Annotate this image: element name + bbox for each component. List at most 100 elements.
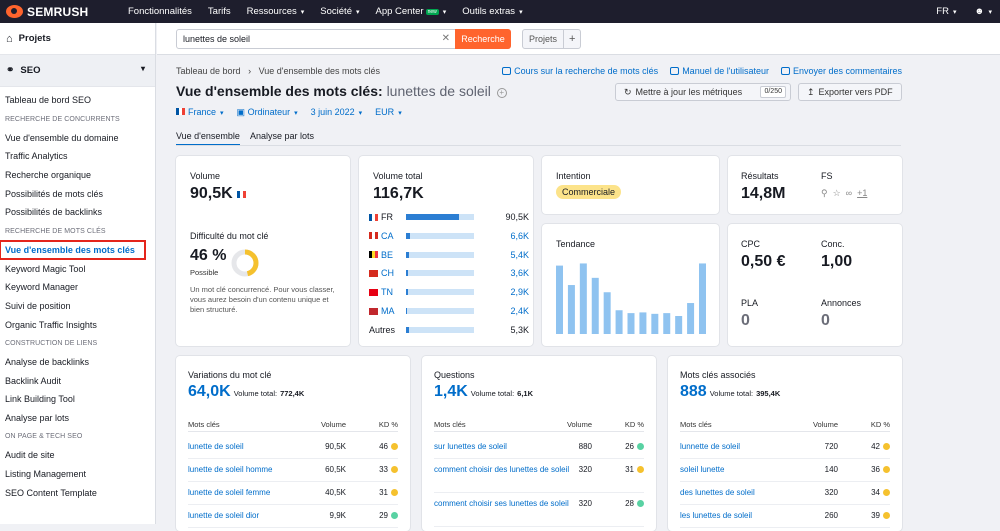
keyword-link[interactable]: comment choisir des lunettes de soleil xyxy=(434,465,584,475)
search-button[interactable]: Recherche xyxy=(455,29,511,49)
top-navigation: SEMRUSH Fonctionnalités Tarifs Ressources ▾… xyxy=(0,0,1000,23)
close-icon[interactable]: ✕ xyxy=(442,30,450,48)
keyword-link[interactable]: des lunettes de soleil xyxy=(680,488,830,498)
sidebar-item[interactable]: Analyse de backlinks xyxy=(0,353,155,372)
tab-batch[interactable]: Analyse par lots xyxy=(250,131,314,146)
flag-icon xyxy=(369,251,378,259)
sidebar-item[interactable]: Link Building Tool xyxy=(0,390,155,409)
keyword-link[interactable]: lunette de soleil femme xyxy=(188,488,338,498)
chevron-down-icon: ▾ xyxy=(442,8,447,16)
export-pdf-button[interactable]: ↥ Exporter vers PDF xyxy=(798,83,902,101)
sidebar-item[interactable]: Vue d'ensemble des mots clés xyxy=(0,239,146,261)
sidebar-item[interactable]: Possibilités de backlinks xyxy=(0,203,155,222)
table-row: lunette de soleil dior 9,9K 29 xyxy=(188,505,398,528)
sidebar-item[interactable]: Tableau de bord SEO xyxy=(0,91,155,110)
currency-select[interactable]: EUR ▾ xyxy=(375,107,402,118)
message-icon xyxy=(780,67,790,75)
chevron-down-icon: ▾ xyxy=(355,8,360,16)
course-link[interactable]: Cours sur la recherche de mots clés xyxy=(502,66,658,76)
nav-item[interactable]: App Center new ▾ xyxy=(376,6,447,17)
trend-bar xyxy=(567,285,575,334)
sidebar-item[interactable]: Possibilités de mots clés xyxy=(0,184,155,203)
kd-dot-icon xyxy=(883,512,890,519)
volume-bar xyxy=(406,251,474,258)
sidebar-section-heading: CONSTRUCTION DE LIENS xyxy=(5,339,98,347)
kd-dot-icon xyxy=(637,466,644,473)
semrush-logo[interactable]: SEMRUSH xyxy=(0,5,128,19)
country-row: BE 5,4K xyxy=(369,249,529,261)
sidebar-item[interactable]: Audit de site xyxy=(0,446,155,465)
card-value[interactable]: 888 xyxy=(680,383,707,400)
fs-more[interactable]: +1 xyxy=(857,188,867,199)
update-metrics-button[interactable]: ↻ Mettre à jour les métriques 0/250 xyxy=(615,83,791,101)
date-select[interactable]: 3 juin 2022 ▾ xyxy=(311,107,363,118)
volume-bar-fill xyxy=(406,289,408,296)
sidebar-item[interactable]: Listing Management xyxy=(0,465,155,484)
related-card: Mots clés associés 888 Volume total: 395,4K… xyxy=(668,356,902,531)
sidebar-projects[interactable]: ⌂ Projets xyxy=(0,23,155,55)
keyword-link[interactable]: les lunettes de soleil xyxy=(680,511,830,521)
table-row: des lunettes de soleil 320 34 xyxy=(680,482,890,505)
key-icon: ⚭ xyxy=(6,65,15,76)
card-value[interactable]: 64,0K xyxy=(188,383,231,400)
sidebar-item[interactable]: Backlink Audit xyxy=(0,371,155,390)
sidebar-item[interactable]: Recherche organique xyxy=(0,166,155,185)
trend-bar xyxy=(615,310,623,334)
breadcrumb-link[interactable]: Tableau de bord xyxy=(176,66,241,76)
table-row: lunnette de soleil 720 42 xyxy=(680,436,890,459)
nav-item[interactable]: Outils extras ▾ xyxy=(462,6,522,17)
flag-icon xyxy=(369,307,378,315)
feedback-link[interactable]: Envoyer des commentaires xyxy=(780,66,902,76)
volume-bar-fill xyxy=(406,308,408,314)
sidebar-item[interactable]: Vue d'ensemble du domaine xyxy=(0,128,155,147)
country-select[interactable]: France ▾ xyxy=(176,107,224,118)
trend-bar xyxy=(639,312,647,334)
kd-dot-icon xyxy=(391,466,398,473)
trend-chart xyxy=(556,263,706,334)
keyword-link[interactable]: lunette de soleil dior xyxy=(188,511,338,521)
tab-overview[interactable]: Vue d'ensemble xyxy=(176,131,240,146)
kd-dot-icon xyxy=(637,443,644,450)
table-header: Mots clés Volume KD % xyxy=(680,420,890,432)
volume-bar-fill xyxy=(406,326,410,333)
kd-dot-icon xyxy=(637,500,644,507)
keyword-link[interactable]: lunette de soleil homme xyxy=(188,465,338,475)
keyword-link[interactable]: sur lunettes de soleil xyxy=(434,442,584,452)
sidebar-item[interactable]: Organic Traffic Insights xyxy=(0,315,155,334)
table-header: Mots clés Volume KD % xyxy=(188,420,398,432)
nav-item[interactable]: Fonctionnalités xyxy=(128,6,192,17)
keyword-search-input[interactable]: lunettes de soleil ✕ xyxy=(176,29,456,49)
sidebar-item[interactable]: SEO Content Template xyxy=(0,483,155,502)
keyword-link[interactable]: soleil lunette xyxy=(680,465,830,475)
keyword-link[interactable]: lunnette de soleil xyxy=(680,442,830,452)
trend-card: Tendance xyxy=(542,224,719,346)
nav-item[interactable]: Société ▾ xyxy=(320,6,359,17)
volume-card: Volume 90,5K Difficulté du mot clé 46 % … xyxy=(176,156,350,346)
nav-item[interactable]: Ressources ▾ xyxy=(247,6,305,17)
add-icon[interactable]: + xyxy=(496,88,507,98)
keyword-link[interactable]: lunette de soleil xyxy=(188,442,338,452)
flag-icon xyxy=(369,213,378,221)
device-select[interactable]: ▣ Ordinateur ▾ xyxy=(237,107,298,118)
volume-bar-fill xyxy=(406,214,460,220)
sidebar-item[interactable]: Suivi de position xyxy=(0,297,155,316)
volume-bar xyxy=(406,270,474,277)
manual-link[interactable]: Manuel de l'utilisateur xyxy=(670,66,769,76)
plus-icon[interactable]: + xyxy=(563,30,580,48)
sidebar-item[interactable]: Analyse par lots xyxy=(0,409,155,428)
trend-bar xyxy=(699,263,706,334)
sidebar-item[interactable]: Keyword Manager xyxy=(0,278,155,297)
language-selector[interactable]: FR ▾ xyxy=(936,6,956,17)
table-header: Mots clés Volume KD % xyxy=(434,420,644,432)
variations-card: Variations du mot clé 64,0K Volume total: 7… xyxy=(176,356,410,531)
flag-icon xyxy=(369,269,378,277)
keyword-link[interactable]: comment choisir ses lunettes de soleil xyxy=(434,499,584,509)
nav-item[interactable]: Tarifs xyxy=(208,6,231,17)
card-value[interactable]: 1,4K xyxy=(434,383,468,400)
trend-bar xyxy=(579,263,587,334)
sidebar-item[interactable]: Keyword Magic Tool xyxy=(0,259,155,278)
projects-button[interactable]: Projets + xyxy=(522,29,582,49)
user-menu[interactable]: ☻ ▾ xyxy=(974,6,992,17)
sidebar-seo-section[interactable]: ⚭ SEO ▾ xyxy=(0,55,155,87)
sidebar-item[interactable]: Traffic Analytics xyxy=(0,147,155,166)
